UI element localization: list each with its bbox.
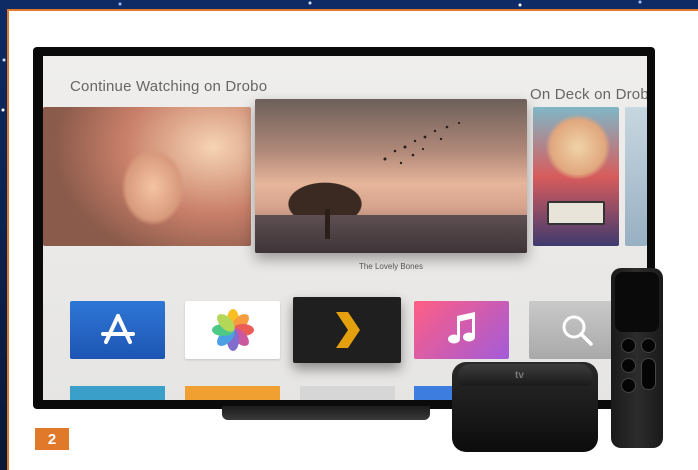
apple-tv-logo: tv xyxy=(515,370,524,381)
tv-stand xyxy=(222,406,430,420)
featured-movie-thumbnail[interactable] xyxy=(255,99,527,253)
search-tile[interactable] xyxy=(529,301,624,359)
app-store-icon xyxy=(100,314,135,344)
photos-tile[interactable] xyxy=(185,301,280,359)
second-row-tile[interactable] xyxy=(185,386,280,400)
cassette-tape-art xyxy=(547,201,605,225)
on-deck-title: On Deck on Drob xyxy=(530,86,647,103)
on-deck-poster[interactable] xyxy=(533,107,619,246)
remote-siri-button xyxy=(621,358,636,373)
photos-icon xyxy=(211,309,254,351)
apple-tv-top xyxy=(458,364,592,386)
featured-caption: The Lovely Bones xyxy=(358,262,424,271)
music-note-icon xyxy=(447,312,475,344)
remote-volume-button xyxy=(641,358,656,390)
remote-menu-button xyxy=(621,338,636,353)
continue-watching-thumbnail[interactable] xyxy=(43,107,251,246)
plex-chevron-icon xyxy=(336,312,360,348)
movie-art-ground xyxy=(255,215,527,253)
remote-play-button xyxy=(621,378,636,393)
continue-watching-title: Continue Watching on Drobo xyxy=(70,78,268,95)
remote-touchpad xyxy=(615,272,659,332)
search-icon xyxy=(562,315,593,346)
remote-home-button xyxy=(641,338,656,353)
plex-tile[interactable] xyxy=(293,297,401,363)
second-row-tile[interactable] xyxy=(300,386,395,400)
music-tile[interactable] xyxy=(414,301,509,359)
figure-number-badge: 2 xyxy=(35,428,69,450)
tv-screen: Continue Watching on Drobo On Deck on Dr… xyxy=(43,56,647,400)
app-store-tile[interactable] xyxy=(70,301,165,359)
on-deck-poster-partial[interactable] xyxy=(625,107,647,246)
second-row-tile[interactable] xyxy=(70,386,165,400)
movie-art-tree xyxy=(325,209,330,239)
